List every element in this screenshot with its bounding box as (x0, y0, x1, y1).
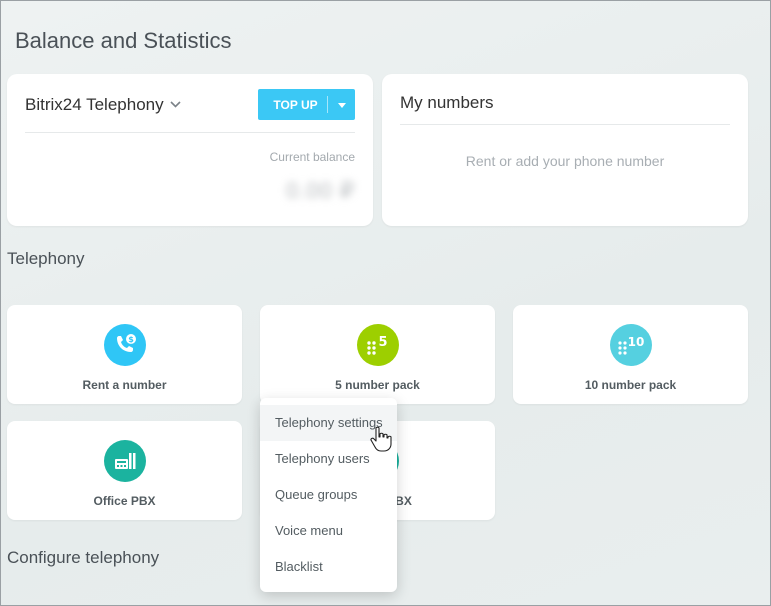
tile-5-number-pack[interactable]: 5 5 number pack (260, 305, 495, 404)
tile-10-number-pack[interactable]: 10 10 number pack (513, 305, 748, 404)
provider-selector[interactable]: Bitrix24 Telephony (25, 95, 181, 115)
balance-divider (25, 132, 355, 133)
configure-section-title: Configure telephony (7, 548, 160, 567)
telephony-section-title: Telephony (7, 249, 85, 268)
tile-label: Rent a number (82, 378, 167, 392)
my-numbers-card: My numbers Rent or add your phone number (382, 74, 748, 226)
my-numbers-hint: Rent or add your phone number (465, 153, 665, 169)
app-frame: Balance and Statistics Bitrix24 Telephon… (0, 0, 771, 606)
svg-text:10: 10 (627, 335, 644, 349)
tile-label: 5 number pack (335, 378, 420, 392)
tile-label: Office PBX (93, 494, 156, 508)
my-numbers-title: My numbers (400, 93, 494, 112)
current-balance-label: Current balance (269, 150, 355, 164)
chevron-down-icon (170, 99, 181, 111)
menu-item-queue-groups[interactable]: Queue groups (260, 477, 397, 513)
svg-text:5: 5 (378, 335, 387, 350)
menu-item-voice-menu[interactable]: Voice menu (260, 513, 397, 549)
provider-label: Bitrix24 Telephony (25, 95, 164, 114)
balance-value: 0.00 ₽ (286, 178, 355, 203)
office-pbx-icon (103, 440, 146, 482)
tile-office-pbx[interactable]: Office PBX (7, 421, 242, 520)
balance-card: Bitrix24 Telephony TOP UP Current balanc… (7, 74, 373, 226)
number-pack-10-icon: 10 (609, 324, 652, 366)
svg-text:$: $ (128, 335, 134, 344)
menu-item-blacklist[interactable]: Blacklist (260, 549, 397, 585)
number-pack-5-icon: 5 (356, 324, 399, 366)
top-up-dropdown-icon[interactable] (328, 100, 355, 110)
top-up-button[interactable]: TOP UP (258, 89, 355, 120)
my-numbers-divider (400, 124, 730, 125)
top-up-label: TOP UP (273, 97, 318, 112)
tile-rent-a-number[interactable]: $ Rent a number (7, 305, 242, 404)
hand-cursor-icon (370, 426, 392, 452)
phone-dollar-icon: $ (103, 324, 146, 366)
tile-label: 10 number pack (584, 378, 677, 392)
page-title: Balance and Statistics (15, 28, 232, 53)
